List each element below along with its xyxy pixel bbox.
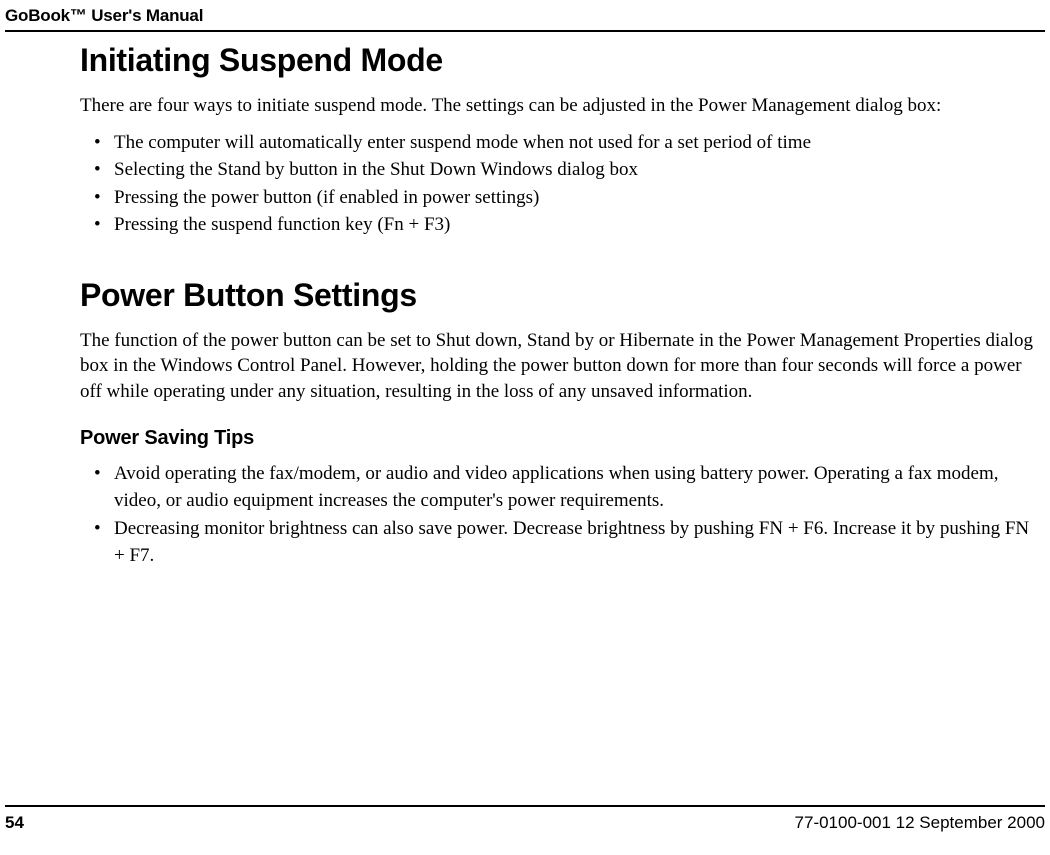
page-header: GoBook™ User's Manual <box>5 6 1045 32</box>
list-item: Selecting the Stand by button in the Shu… <box>114 156 1036 184</box>
manual-title: GoBook™ User's Manual <box>5 6 203 25</box>
paragraph-intro-2: The function of the power button can be … <box>80 328 1036 405</box>
heading-power-button-settings: Power Button Settings <box>80 277 1036 314</box>
subheading-power-saving-tips: Power Saving Tips <box>80 427 1036 450</box>
list-item: Avoid operating the fax/modem, or audio … <box>114 460 1036 515</box>
list-item: The computer will automatically enter su… <box>114 129 1036 157</box>
page-number: 54 <box>5 813 24 833</box>
list-item: Pressing the suspend function key (Fn + … <box>114 211 1036 239</box>
bullet-list-power-tips: Avoid operating the fax/modem, or audio … <box>80 460 1036 570</box>
bullet-list-suspend-ways: The computer will automatically enter su… <box>80 129 1036 239</box>
document-page: GoBook™ User's Manual Initiating Suspend… <box>0 0 1050 855</box>
page-footer: 54 77-0100-001 12 September 2000 <box>5 805 1045 833</box>
doc-number-date: 77-0100-001 12 September 2000 <box>795 813 1045 833</box>
heading-initiating-suspend-mode: Initiating Suspend Mode <box>80 42 1036 79</box>
list-item: Pressing the power button (if enabled in… <box>114 184 1036 212</box>
page-content: Initiating Suspend Mode There are four w… <box>80 36 1036 576</box>
list-item: Decreasing monitor brightness can also s… <box>114 515 1036 570</box>
paragraph-intro-1: There are four ways to initiate suspend … <box>80 93 1036 119</box>
